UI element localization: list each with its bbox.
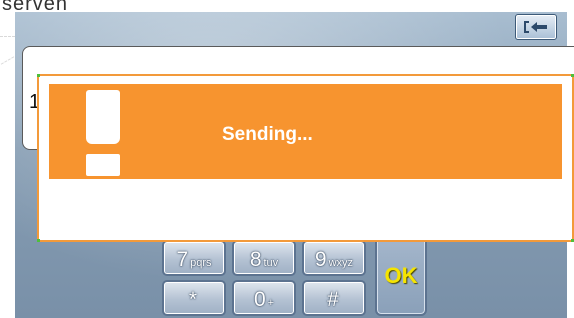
key-0[interactable]: 0 + [232, 280, 296, 316]
dialog-message: Sending... [222, 124, 313, 145]
key-9[interactable]: 9 wxyz [302, 240, 366, 276]
key-8[interactable]: 8 tuv [232, 240, 296, 276]
dialog-corner [37, 74, 40, 77]
back-button[interactable] [515, 14, 557, 40]
watermark-line [0, 56, 15, 65]
back-arrow-icon [524, 21, 547, 33]
dialog-corner [37, 239, 40, 242]
sending-dialog: Sending... [37, 74, 574, 242]
key-star[interactable]: * [162, 280, 226, 316]
key-hash[interactable]: # [302, 280, 366, 316]
dialog-banner: Sending... [49, 84, 562, 179]
watermark-line [0, 36, 15, 37]
exclamation-icon [86, 90, 120, 176]
ok-button[interactable]: OK [375, 236, 427, 316]
key-7[interactable]: 7 pqrs [162, 240, 226, 276]
